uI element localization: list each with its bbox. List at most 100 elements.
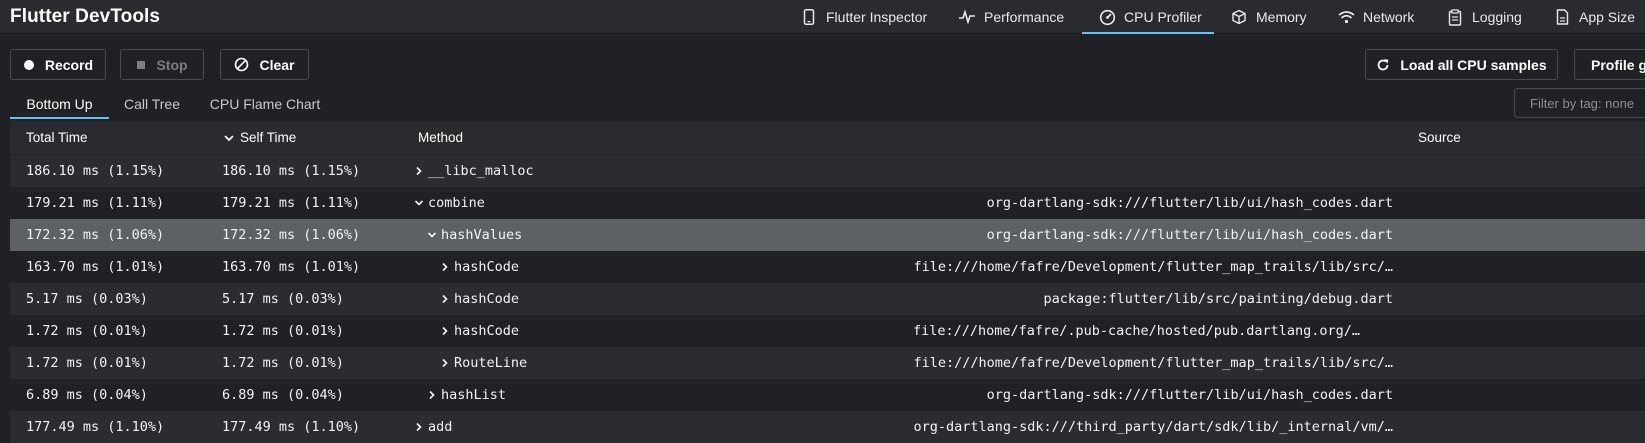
- load-label: Load all CPU samples: [1400, 56, 1547, 73]
- clipboard-icon: [1446, 8, 1464, 26]
- tab-label: Logging: [1472, 9, 1522, 25]
- source-cell: file:///home/fafre/.pub-cache/hosted/pub…: [912, 323, 1360, 339]
- method-name: hashCode: [454, 259, 520, 275]
- self-time-cell: 6.89 ms (0.04%): [222, 387, 344, 403]
- tab-performance[interactable]: Performance: [958, 0, 1064, 34]
- method-cell: hashCode: [438, 259, 519, 275]
- tab-cpu-flame-chart[interactable]: CPU Flame Chart: [200, 88, 330, 119]
- stop-label: Stop: [156, 56, 188, 73]
- chevron-right-icon[interactable]: [438, 293, 451, 306]
- column-header-source[interactable]: Source: [1418, 130, 1461, 145]
- chevron-right-icon[interactable]: [438, 357, 451, 370]
- table-row[interactable]: 5.17 ms (0.03%) 5.17 ms (0.03%) hashCode pa…: [10, 283, 1645, 315]
- chevron-right-icon[interactable]: [412, 421, 425, 434]
- total-time-cell: 5.17 ms (0.03%): [26, 291, 148, 307]
- table-row[interactable]: 1.72 ms (0.01%) 1.72 ms (0.01%) RouteLine f…: [10, 347, 1645, 379]
- method-cell: hashList: [425, 387, 506, 403]
- method-name: hashValues: [441, 227, 523, 243]
- self-time-cell: 163.70 ms (1.01%): [222, 259, 361, 275]
- tab-label: Memory: [1256, 9, 1307, 25]
- box-icon: [1230, 8, 1248, 26]
- subtab-label: Bottom Up: [26, 95, 93, 112]
- tag-filter-input[interactable]: Filter by tag: none: [1514, 88, 1645, 118]
- total-time-cell: 172.32 ms (1.06%): [26, 227, 165, 243]
- chevron-right-icon[interactable]: [438, 261, 451, 274]
- method-cell: hashValues: [425, 227, 522, 243]
- source-cell: org-dartlang-sdk:///flutter/lib/ui/hash_…: [986, 195, 1393, 211]
- table-row[interactable]: 6.89 ms (0.04%) 6.89 ms (0.04%) hashList or…: [10, 379, 1645, 411]
- chevron-down-icon[interactable]: [412, 197, 425, 210]
- self-time-cell: 179.21 ms (1.11%): [222, 195, 361, 211]
- tab-network[interactable]: Network: [1337, 0, 1414, 34]
- method-cell: hashCode: [438, 323, 519, 339]
- tab-label: Performance: [984, 9, 1065, 25]
- method-cell: __libc_malloc: [412, 163, 534, 179]
- refresh-icon: [1376, 58, 1390, 72]
- method-name: combine: [428, 195, 485, 211]
- table-row[interactable]: 179.21 ms (1.11%) 179.21 ms (1.11%) combin…: [10, 187, 1645, 219]
- chevron-down-icon[interactable]: [425, 229, 438, 242]
- record-label: Record: [44, 56, 94, 73]
- table-row[interactable]: 1.72 ms (0.01%) 1.72 ms (0.01%) hashCode fi…: [10, 315, 1645, 347]
- tab-label: Network: [1363, 9, 1415, 25]
- column-header-method[interactable]: Method: [418, 130, 463, 145]
- self-time-cell: 1.72 ms (0.01%): [222, 355, 344, 371]
- source-cell: file:///home/fafre/Development/flutter_m…: [913, 355, 1393, 371]
- self-time-cell: 177.49 ms (1.10%): [222, 419, 361, 435]
- tab-flutter-inspector[interactable]: Flutter Inspector: [800, 0, 927, 34]
- source-cell: file:///home/fafre/Development/flutter_m…: [913, 259, 1393, 275]
- method-name: add: [428, 419, 453, 435]
- load-all-cpu-samples-button[interactable]: Load all CPU samples: [1365, 49, 1558, 80]
- clear-label: Clear: [259, 56, 295, 73]
- app-title: Flutter DevTools: [10, 6, 161, 27]
- tab-app-size[interactable]: App Size: [1553, 0, 1635, 34]
- chevron-right-icon[interactable]: [425, 389, 438, 402]
- tab-cpu-profiler[interactable]: CPU Profiler: [1082, 0, 1214, 34]
- file-icon: [1553, 8, 1571, 26]
- tab-logging[interactable]: Logging: [1446, 0, 1522, 34]
- table-row[interactable]: 186.10 ms (1.15%) 186.10 ms (1.15%) __libc…: [10, 155, 1645, 187]
- column-header-self-time[interactable]: Self Time: [224, 130, 296, 145]
- gauge-icon: [1098, 8, 1116, 26]
- profile-granularity-button[interactable]: Profile gr: [1574, 49, 1645, 80]
- method-name: hashCode: [454, 323, 520, 339]
- chevron-right-icon[interactable]: [438, 325, 451, 338]
- tab-label: CPU Profiler: [1124, 9, 1202, 25]
- table-row[interactable]: 172.32 ms (1.06%) 172.32 ms (1.06%) hashVa…: [10, 219, 1645, 251]
- tab-memory[interactable]: Memory: [1230, 0, 1307, 34]
- method-cell: hashCode: [438, 291, 519, 307]
- table-row[interactable]: 163.70 ms (1.01%) 163.70 ms (1.01%) hashCo…: [10, 251, 1645, 283]
- total-time-cell: 186.10 ms (1.15%): [26, 163, 165, 179]
- table-row[interactable]: 177.49 ms (1.10%) 177.49 ms (1.10%) add org…: [10, 411, 1645, 443]
- tab-label: Flutter Inspector: [826, 9, 928, 25]
- self-time-label: Self Time: [240, 130, 297, 145]
- stop-button[interactable]: Stop: [120, 49, 204, 80]
- subtab-label: CPU Flame Chart: [209, 95, 321, 112]
- total-time-cell: 163.70 ms (1.01%): [26, 259, 165, 275]
- tab-label: App Size: [1579, 9, 1636, 25]
- source-cell: org-dartlang-sdk:///flutter/lib/ui/hash_…: [986, 387, 1393, 403]
- self-time-cell: 1.72 ms (0.01%): [222, 323, 344, 339]
- record-icon: [23, 59, 35, 71]
- chevron-right-icon[interactable]: [412, 165, 425, 178]
- total-time-cell: 177.49 ms (1.10%): [26, 419, 165, 435]
- total-time-cell: 6.89 ms (0.04%): [26, 387, 148, 403]
- tab-bottom-up[interactable]: Bottom Up: [10, 88, 109, 119]
- tab-call-tree[interactable]: Call Tree: [112, 88, 192, 119]
- source-cell: org-dartlang-sdk:///third_party/dart/sdk…: [913, 419, 1393, 435]
- self-time-cell: 186.10 ms (1.15%): [222, 163, 361, 179]
- phone-icon: [800, 8, 818, 26]
- method-cell: RouteLine: [438, 355, 527, 371]
- method-cell: combine: [412, 195, 485, 211]
- record-button[interactable]: Record: [10, 49, 106, 80]
- self-time-cell: 172.32 ms (1.06%): [222, 227, 361, 243]
- clear-button[interactable]: Clear: [220, 49, 309, 80]
- source-cell: package:flutter/lib/src/painting/debug.d…: [1043, 291, 1394, 307]
- total-time-cell: 179.21 ms (1.11%): [26, 195, 165, 211]
- profile-table-body: 186.10 ms (1.15%) 186.10 ms (1.15%) __libc…: [10, 155, 1645, 443]
- method-name: hashList: [441, 387, 507, 403]
- pulse-icon: [958, 8, 976, 26]
- method-cell: add: [412, 419, 452, 435]
- method-name: RouteLine: [454, 355, 528, 371]
- column-header-total-time[interactable]: Total Time: [26, 130, 88, 145]
